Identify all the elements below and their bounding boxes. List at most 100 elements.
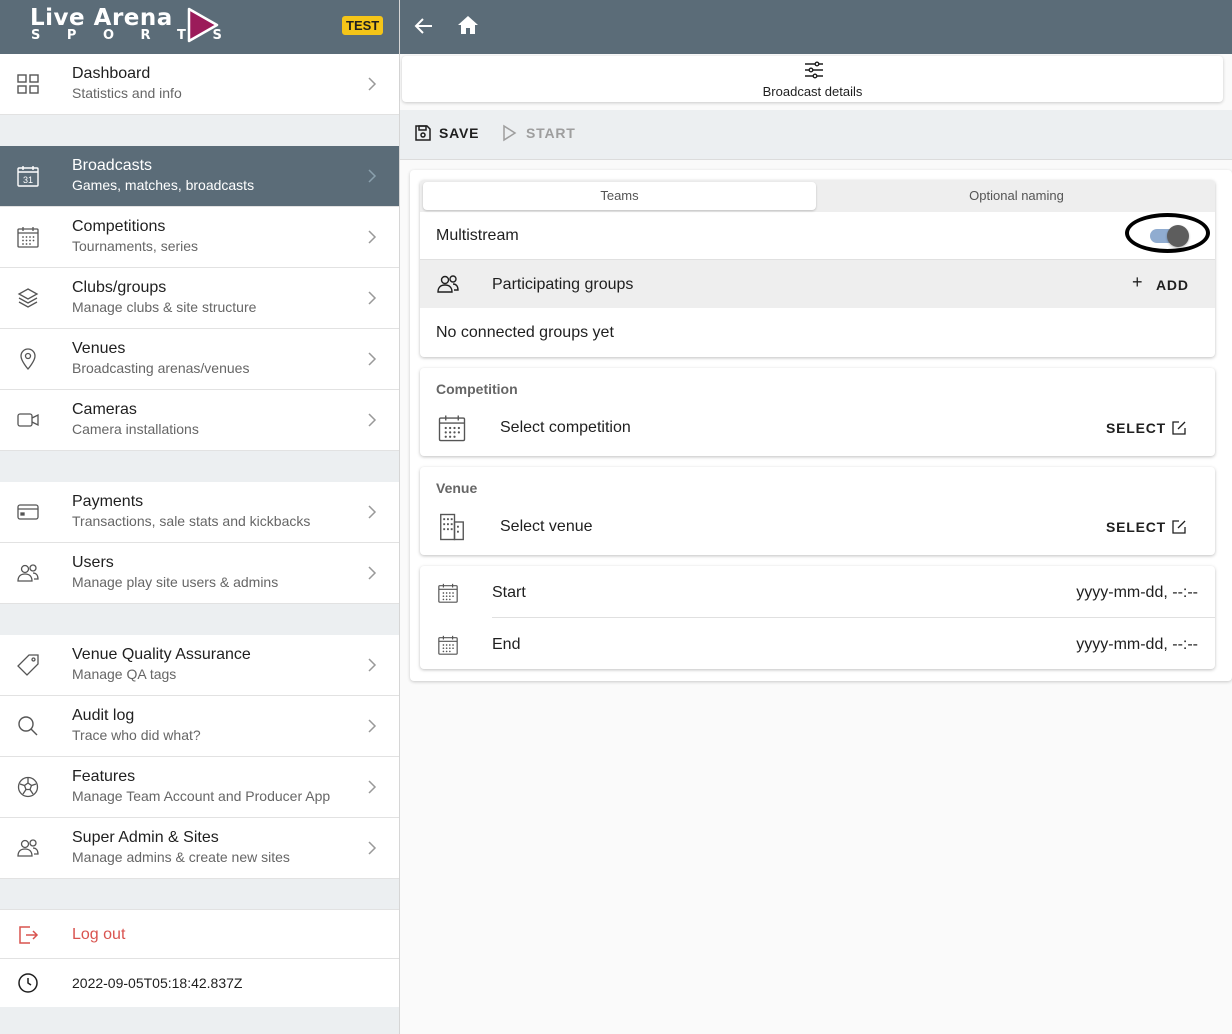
chevron-right-icon: [368, 413, 377, 427]
nav-item-dashboard[interactable]: Dashboard Statistics and info: [0, 54, 399, 115]
start-label: Start: [492, 584, 526, 601]
nav-item-users[interactable]: Users Manage play site users & admins: [0, 543, 399, 604]
chevron-right-icon: [368, 566, 377, 580]
nav-title: Dashboard: [72, 65, 151, 82]
nav-title: Features: [72, 768, 136, 785]
chevron-right-icon: [368, 841, 377, 855]
home-icon[interactable]: [457, 14, 479, 36]
calendar-icon: [438, 583, 458, 603]
nav-item-audit-log[interactable]: Audit log Trace who did what?: [0, 696, 399, 757]
nav-subtitle: Games, matches, broadcasts: [72, 177, 255, 193]
nav-title: Competitions: [72, 218, 166, 235]
select-competition-button[interactable]: SELECT: [1106, 420, 1166, 436]
calendar-icon: [438, 635, 458, 655]
nav-subtitle: Manage play site users & admins: [72, 574, 279, 590]
build-timestamp: 2022-09-05T05:18:42.837Z: [0, 959, 399, 1007]
participating-groups-row: Participating groups + ADD: [420, 260, 1215, 308]
nav-item-venues[interactable]: Venues Broadcasting arenas/venues: [0, 329, 399, 390]
start-button[interactable]: START: [501, 124, 575, 145]
nav-title: Venues: [72, 340, 126, 357]
segment-teams[interactable]: Teams: [423, 182, 816, 210]
chevron-right-icon: [368, 230, 377, 244]
logout-label: Log out: [72, 926, 126, 943]
action-bar: SAVE START: [400, 110, 1232, 160]
nav-title: Venue Quality Assurance: [72, 646, 251, 663]
nav-title: Clubs/groups: [72, 279, 167, 296]
nav-subtitle: Manage QA tags: [72, 666, 177, 682]
calendar-icon: [438, 415, 466, 442]
start-datetime-input[interactable]: yyyy-mm-dd, --:--: [1076, 584, 1198, 602]
nav-item-competitions[interactable]: Competitions Tournaments, series: [0, 207, 399, 268]
save-label: SAVE: [439, 125, 480, 141]
svg-text:31: 31: [23, 175, 33, 185]
chevron-right-icon: [368, 291, 377, 305]
building-icon: [440, 513, 464, 541]
multistream-row: Multistream: [420, 212, 1215, 260]
nav-item-venue-qa[interactable]: Venue Quality Assurance Manage QA tags: [0, 635, 399, 696]
schedule-card: Start yyyy-mm-dd, --:-- End yyyy-mm-dd, …: [420, 566, 1215, 669]
video-camera-icon: [17, 413, 39, 427]
nav-title: Super Admin & Sites: [72, 829, 219, 846]
teams-card: Teams Optional naming Multistream Partic…: [420, 180, 1215, 357]
test-badge: TEST: [342, 16, 384, 35]
layers-icon: [17, 288, 39, 308]
select-venue-button[interactable]: SELECT: [1106, 519, 1166, 535]
add-label: ADD: [1156, 277, 1189, 293]
toggle-knob[interactable]: [1167, 225, 1189, 247]
nav-subtitle: Statistics and info: [72, 85, 182, 101]
nav-item-broadcasts[interactable]: 31 Broadcasts Games, matches, broadcasts: [0, 146, 399, 207]
venue-card: Venue Select venue SELECT: [420, 467, 1215, 555]
end-datetime-input[interactable]: yyyy-mm-dd, --:--: [1076, 636, 1198, 654]
select-venue-label: Select venue: [500, 518, 593, 535]
calendar-31-icon: 31: [17, 166, 39, 187]
start-label: START: [526, 125, 576, 141]
edit-icon[interactable]: [1171, 519, 1187, 535]
start-datetime-row[interactable]: Start yyyy-mm-dd, --:--: [420, 566, 1215, 617]
nav-subtitle: Camera installations: [72, 421, 199, 437]
plus-icon: +: [1132, 272, 1144, 292]
top-app-bar: [400, 0, 1232, 54]
nav-item-payments[interactable]: Payments Transactions, sale stats and ki…: [0, 482, 399, 543]
location-pin-icon: [20, 348, 36, 370]
credit-card-icon: [17, 504, 39, 520]
back-arrow-icon[interactable]: [413, 15, 435, 37]
competition-header: Competition: [436, 381, 518, 397]
chevron-right-icon: [368, 352, 377, 366]
save-button[interactable]: SAVE: [414, 124, 478, 145]
tab-label: Broadcast details: [762, 84, 863, 99]
save-icon: [415, 125, 431, 141]
nav-item-features[interactable]: Features Manage Team Account and Produce…: [0, 757, 399, 818]
empty-groups-text: No connected groups yet: [436, 324, 614, 341]
nav-item-clubs-groups[interactable]: Clubs/groups Manage clubs & site structu…: [0, 268, 399, 329]
segment-optional-naming[interactable]: Optional naming: [820, 182, 1213, 210]
users-icon: [17, 564, 39, 582]
logout-icon: [19, 926, 39, 944]
chevron-right-icon: [368, 169, 377, 183]
sidebar: Live Arena S P O R T S TEST Dashboard St…: [0, 0, 400, 1034]
logout-button[interactable]: Log out: [0, 909, 399, 959]
nav-subtitle: Trace who did what?: [72, 727, 201, 743]
nav-subtitle: Transactions, sale stats and kickbacks: [72, 513, 311, 529]
nav-title: Audit log: [72, 707, 135, 724]
end-label: End: [492, 636, 521, 653]
nav-subtitle: Tournaments, series: [72, 238, 199, 254]
tab-broadcast-details[interactable]: Broadcast details: [402, 56, 1223, 102]
end-datetime-row[interactable]: End yyyy-mm-dd, --:--: [420, 618, 1215, 669]
venue-header: Venue: [436, 480, 478, 496]
edit-icon[interactable]: [1171, 420, 1187, 436]
search-icon: [18, 716, 38, 736]
soccer-ball-icon: [17, 776, 39, 798]
tag-icon: [17, 654, 39, 676]
chevron-right-icon: [368, 77, 377, 91]
participating-groups-label: Participating groups: [492, 276, 634, 293]
nav-item-cameras[interactable]: Cameras Camera installations: [0, 390, 399, 451]
nav-item-super-admin[interactable]: Super Admin & Sites Manage admins & crea…: [0, 818, 399, 879]
timestamp-text: 2022-09-05T05:18:42.837Z: [72, 975, 243, 991]
clock-icon: [18, 973, 38, 993]
nav-subtitle: Manage Team Account and Producer App: [72, 788, 331, 804]
chevron-right-icon: [368, 505, 377, 519]
nav-title: Users: [72, 554, 114, 571]
nav-subtitle: Manage admins & create new sites: [72, 849, 290, 865]
nav-subtitle: Broadcasting arenas/venues: [72, 360, 250, 376]
chevron-right-icon: [368, 719, 377, 733]
